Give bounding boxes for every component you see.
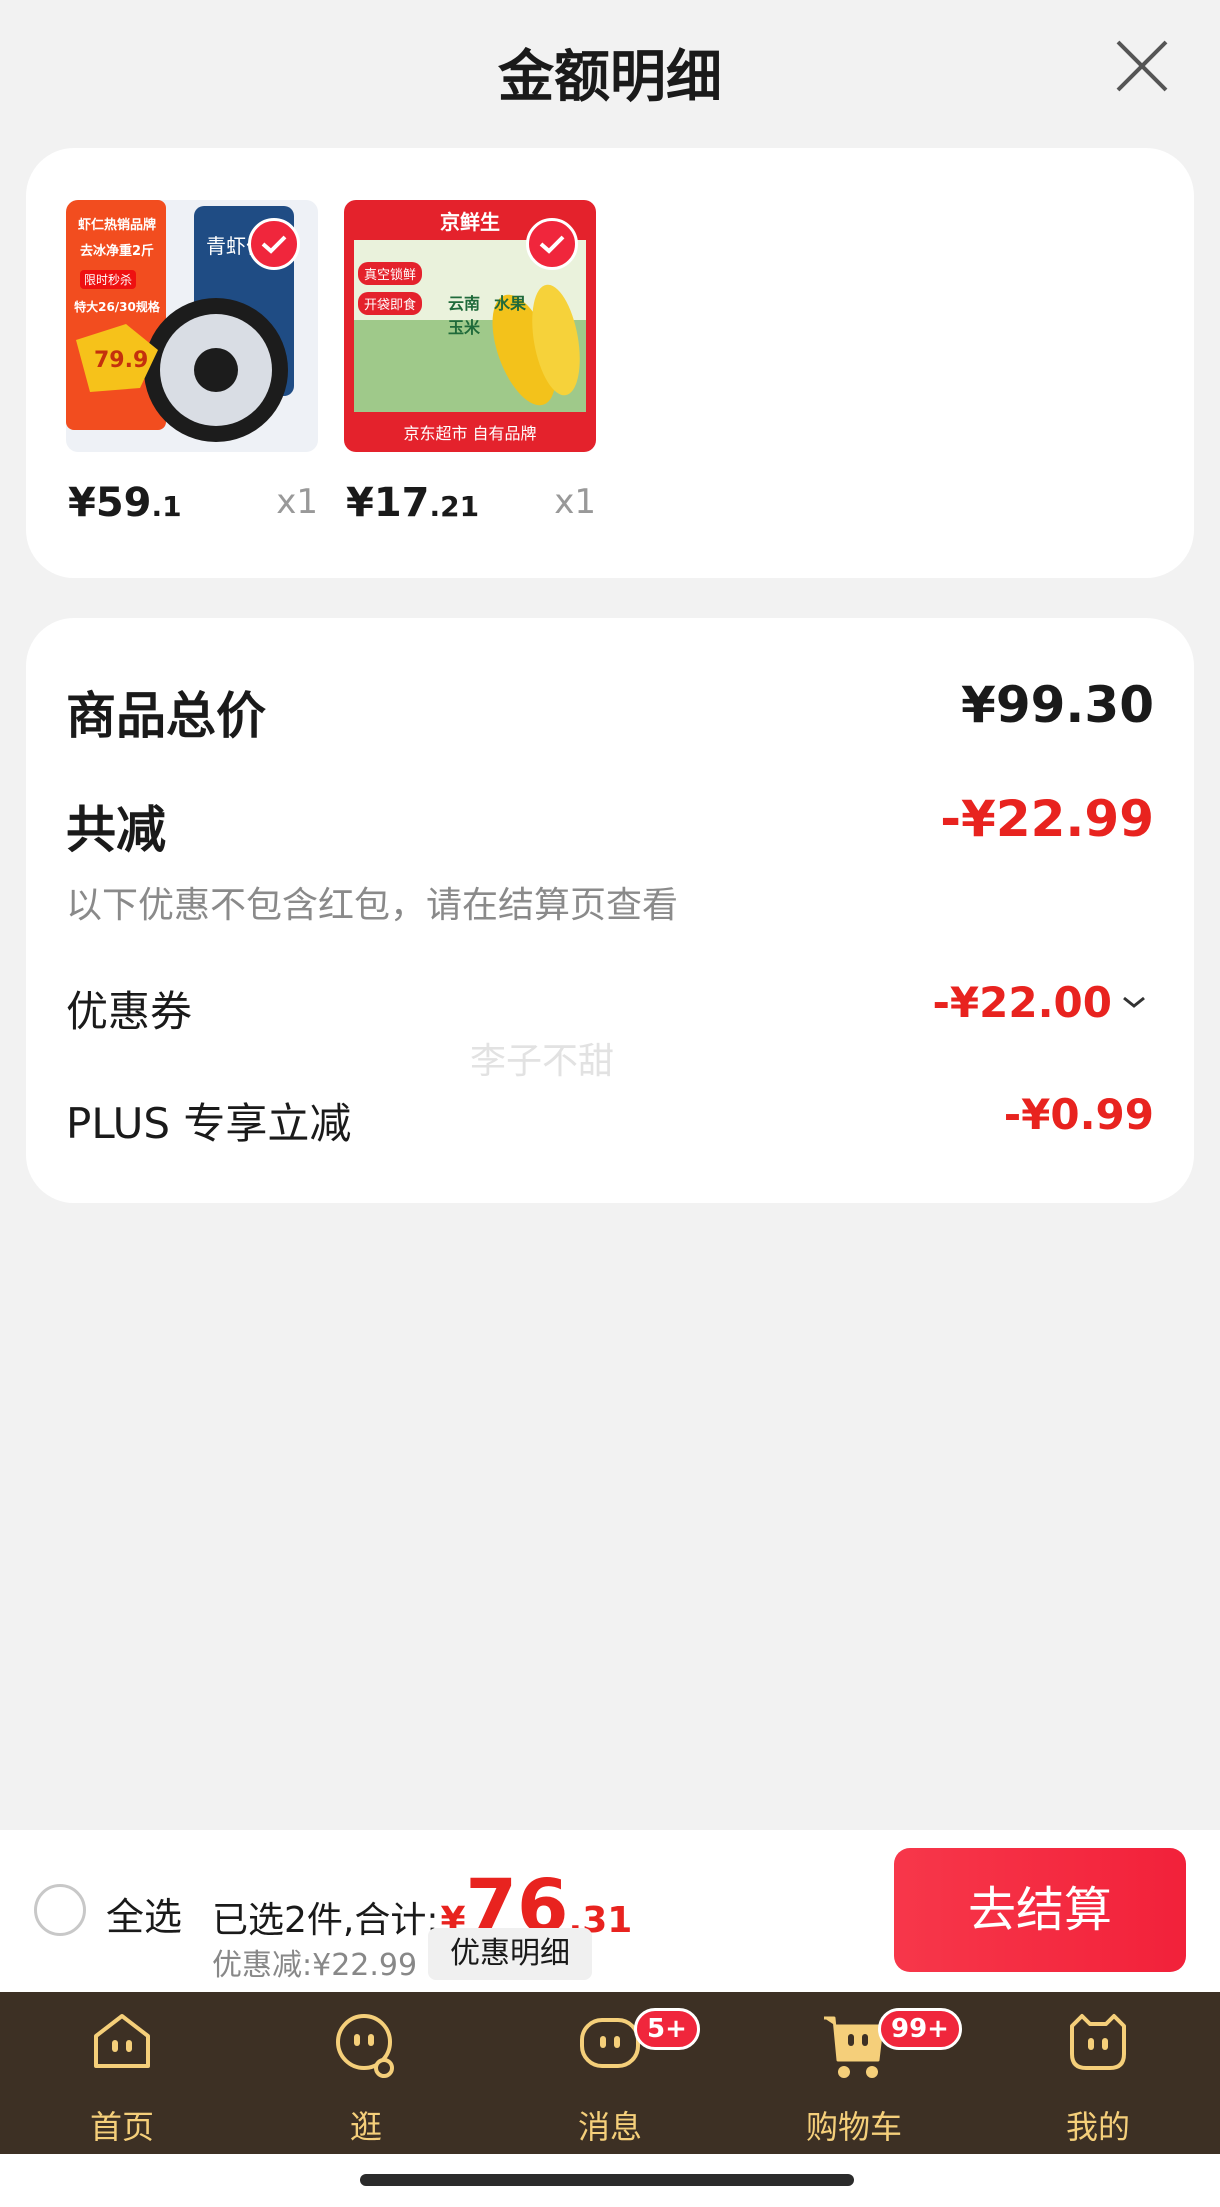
tab-home[interactable]: 首页 [0, 1992, 244, 2154]
tab-label: 逛 [349, 2108, 382, 2146]
product-list-card: 虾仁热销品牌 去冰净重2斤 限时秒杀 特大26/30规格 79.9 青虾仁 ¥5… [26, 148, 1194, 578]
product-price: ¥17.21 [346, 480, 480, 526]
thumb-text-flash: 限时秒杀 [80, 270, 137, 289]
coupon-value: -¥22.00 [932, 978, 1112, 1027]
reduce-value: -¥22.99 [940, 790, 1154, 848]
chevron-down-icon[interactable] [1120, 992, 1148, 1016]
product-quantity: x1 [554, 482, 596, 522]
thumb-text-weight: 去冰净重2斤 [79, 244, 155, 259]
product-image: 京鲜生 真空锁鲜 开袋即食 云南 水果 玉米 京东超市 自有品牌 [344, 200, 596, 452]
thumb-text-store: 京东超市 自有品牌 [403, 424, 537, 443]
select-all-radio[interactable] [34, 1884, 86, 1936]
thumb-text-fruit: 水果 [494, 294, 527, 313]
message-face-icon [578, 2010, 642, 2078]
cart-badge: 99+ [878, 2008, 962, 2050]
tab-cart[interactable]: 99+ 购物车 [732, 1992, 976, 2154]
thumb-text-tag1: 真空锁鲜 [358, 262, 423, 285]
home-indicator-area [0, 2154, 1220, 2207]
thumb-text-size: 特大26/30规格 [74, 300, 160, 314]
checkout-bar: 全选 已选2件,合计: ¥ 76 .31 优惠减:¥22.99 优惠明细 去结算 [0, 1830, 1220, 1992]
discount-note: 以下优惠不包含红包，请在结算页查看 [66, 885, 679, 926]
thumb-text-price: 79.9 [94, 348, 149, 373]
thumb-text-origin: 云南 [448, 294, 481, 313]
product-quantity: x1 [276, 482, 318, 522]
total-label: 商品总价 [66, 687, 266, 745]
home-indicator[interactable] [360, 2174, 854, 2186]
selected-prefix: 已选2件,合计: [212, 1900, 439, 1941]
plus-value: -¥0.99 [1003, 1090, 1154, 1139]
product-item[interactable]: 京鲜生 真空锁鲜 开袋即食 云南 水果 玉米 京东超市 自有品牌 ¥17.21 … [344, 200, 596, 532]
product-item[interactable]: 虾仁热销品牌 去冰净重2斤 限时秒杀 特大26/30规格 79.9 青虾仁 ¥5… [66, 200, 318, 532]
discount-amount: 优惠减:¥22.99 [212, 1948, 418, 1983]
product-image: 虾仁热销品牌 去冰净重2斤 限时秒杀 特大26/30规格 79.9 青虾仁 [66, 200, 318, 452]
close-icon[interactable] [1114, 38, 1170, 94]
thumb-text-tag2: 开袋即食 [358, 292, 423, 315]
product-price: ¥59.1 [68, 480, 182, 526]
browse-face-icon [332, 2010, 400, 2086]
detail-header: 金额明细 [0, 0, 1220, 140]
checkout-button[interactable]: 去结算 [894, 1848, 1186, 1972]
thumb-text-corn: 玉米 [448, 318, 481, 337]
checked-icon[interactable] [248, 218, 300, 270]
home-face-icon [90, 2010, 154, 2078]
select-all-label[interactable]: 全选 [106, 1886, 182, 1941]
page-title: 金额明细 [498, 45, 722, 110]
tab-browse[interactable]: 逛 [244, 1992, 488, 2154]
message-badge: 5+ [634, 2008, 700, 2050]
total-row: 商品总价 ¥99.30 [66, 676, 1154, 746]
total-value: ¥99.30 [961, 676, 1154, 734]
cart-icon [820, 2010, 888, 2086]
reduce-label: 共减 [66, 801, 166, 859]
discount-detail-button[interactable]: 优惠明细 [428, 1928, 592, 1980]
thumb-text-brand: 虾仁热销品牌 [77, 218, 156, 233]
tab-profile[interactable]: 我的 [976, 1992, 1220, 2154]
bottom-tab-bar: 首页 逛 5+ 消息 99+ 购物车 我的 [0, 1992, 1220, 2154]
tab-label: 首页 [89, 2108, 154, 2146]
tab-label: 消息 [577, 2108, 642, 2146]
checked-icon[interactable] [526, 218, 578, 270]
plus-row: PLUS 专享立减 -¥0.99 [66, 1090, 1154, 1150]
tab-label: 购物车 [805, 2108, 902, 2146]
profile-face-icon [1062, 2010, 1134, 2078]
watermark: 李子不甜 [470, 1041, 615, 1082]
tab-messages[interactable]: 5+ 消息 [488, 1992, 732, 2154]
reduce-row: 共减 -¥22.99 [66, 790, 1154, 860]
coupon-label: 优惠券 [66, 987, 193, 1036]
plus-label: PLUS 专享立减 [66, 1099, 352, 1148]
tab-label: 我的 [1065, 2108, 1130, 2146]
coupon-row[interactable]: 优惠券 -¥22.00 [66, 978, 1154, 1038]
price-summary-card: 商品总价 ¥99.30 共减 -¥22.99 以下优惠不包含红包，请在结算页查看… [26, 618, 1194, 1203]
